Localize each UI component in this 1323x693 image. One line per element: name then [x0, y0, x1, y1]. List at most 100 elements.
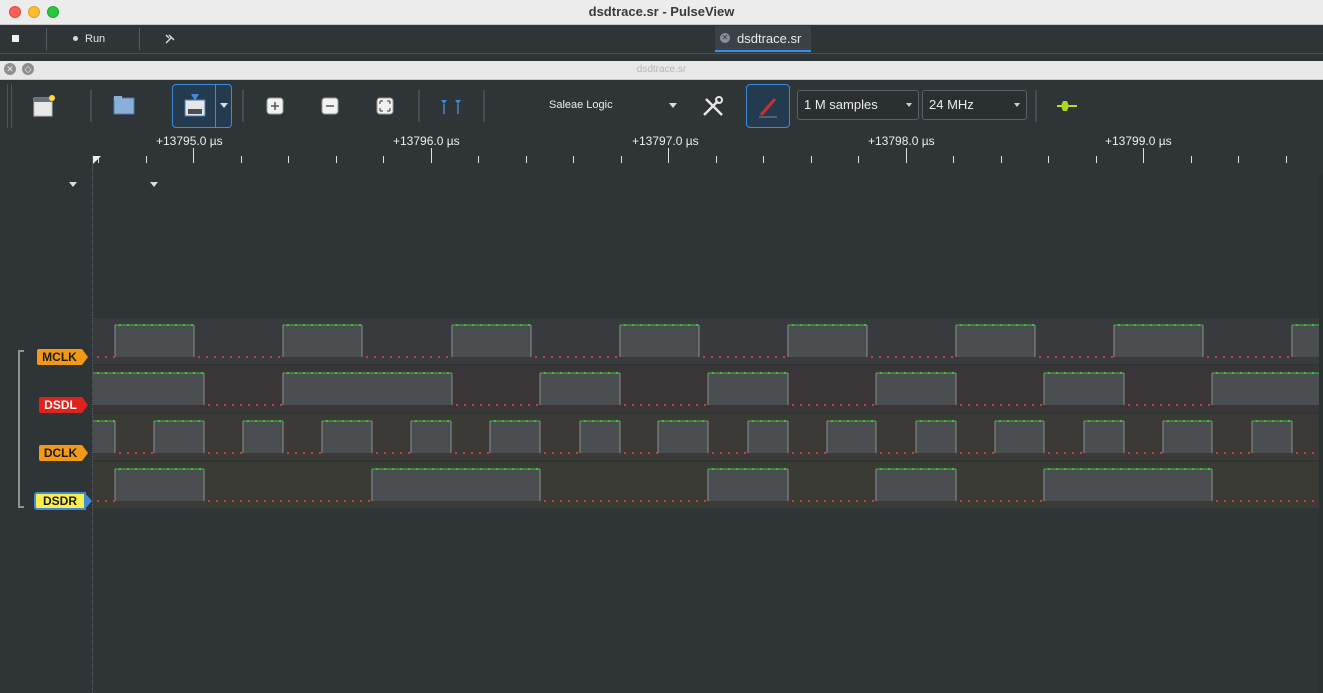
sample-dot-high [359, 324, 361, 326]
zoom-fit-button[interactable] [363, 84, 407, 128]
trace-viewport[interactable] [93, 318, 1319, 510]
sample-dot-high [1088, 420, 1090, 422]
sample-dot-low [1008, 404, 1010, 406]
signal-high-fill [916, 421, 956, 453]
sample-dot-low [751, 356, 753, 358]
device-configure-button[interactable] [691, 84, 735, 128]
sample-dot-low [471, 452, 473, 454]
sample-count-select[interactable]: 1 M samples [797, 90, 919, 120]
channel-label-dsdr[interactable]: DSDR [34, 492, 92, 510]
sample-dot-low [248, 404, 250, 406]
sample-dot-high [760, 420, 762, 422]
sample-dot-high [888, 372, 890, 374]
sample-dot-high [752, 420, 754, 422]
sample-dot-low [414, 356, 416, 358]
sample-dot-high [800, 324, 802, 326]
sample-dot-high [928, 420, 930, 422]
sample-dot-low [198, 356, 200, 358]
sample-dot-low [272, 404, 274, 406]
sample-dot-high [736, 372, 738, 374]
channel-label-dclk[interactable]: DCLK [39, 445, 88, 461]
sample-dot-low [208, 452, 210, 454]
device-dropdown[interactable] [669, 103, 677, 108]
sample-dot-high [1199, 420, 1201, 422]
open-dropdown[interactable] [150, 182, 158, 187]
sample-dot-high [672, 324, 674, 326]
device-selector-label[interactable]: Saleae Logic [549, 99, 613, 111]
sample-dot-high [608, 372, 610, 374]
sample-dot-high [1120, 420, 1122, 422]
sample-dot-low [856, 500, 858, 502]
session-bar: Run ✕ dsdtrace.sr [0, 25, 1323, 54]
sample-dot-low [232, 452, 234, 454]
sample-dot-low [968, 500, 970, 502]
sample-dot-low [296, 500, 298, 502]
sample-dot-low [976, 404, 978, 406]
open-button[interactable] [102, 84, 146, 128]
ruler-label: +13796.0 µs [393, 134, 460, 148]
folder-open-icon [113, 96, 135, 115]
sample-dot-low [1232, 500, 1234, 502]
close-tab-icon[interactable]: ✕ [720, 33, 730, 43]
sample-dot-high [335, 324, 337, 326]
sample-dot-low [720, 452, 722, 454]
zoom-out-button[interactable] [308, 84, 352, 128]
sample-dot-high [199, 468, 201, 470]
sample-dot-high [1142, 324, 1144, 326]
sample-dot-high [1168, 468, 1170, 470]
sample-dot-high [976, 324, 978, 326]
ruler-tick [145, 156, 147, 163]
sample-dot-low [712, 452, 714, 454]
sample-dot-high [127, 468, 129, 470]
signal-high-fill [876, 469, 956, 501]
sample-dot-low [496, 404, 498, 406]
vertical-scrollbar[interactable] [1319, 175, 1323, 693]
sample-dot-high [424, 468, 426, 470]
time-ruler[interactable]: +13795.0 µs +13796.0 µs +13797.0 µs +137… [93, 131, 1323, 165]
logic-traces [93, 318, 1319, 508]
sample-dot-high [584, 420, 586, 422]
settings-button[interactable] [165, 25, 179, 53]
sample-dot-high [1088, 468, 1090, 470]
ruler-tick [1238, 156, 1239, 163]
add-decoder-button[interactable] [1045, 84, 1089, 128]
sample-dot-low [1079, 356, 1081, 358]
tab-dsdtrace[interactable]: ✕ dsdtrace.sr [715, 26, 811, 52]
sample-dot-high [494, 420, 496, 422]
toolbar-grip[interactable] [7, 84, 12, 128]
sample-dot-high [624, 324, 626, 326]
sample-dot-low [311, 452, 313, 454]
run-button[interactable]: Run [73, 25, 113, 53]
sample-dot-low [911, 356, 913, 358]
new-view-dropdown[interactable] [69, 182, 77, 187]
sample-dot-high [342, 420, 344, 422]
save-dropdown[interactable] [220, 103, 228, 108]
cursors-button[interactable] [429, 84, 473, 128]
sample-dot-low [544, 452, 546, 454]
chevron-down-icon [906, 103, 912, 107]
channel-label-mclk[interactable]: MCLK [37, 349, 88, 365]
sample-dot-high [167, 468, 169, 470]
sample-dot-high [1134, 324, 1136, 326]
sample-dot-low [206, 356, 208, 358]
sample-dot-high [1080, 468, 1082, 470]
sample-dot-low [1039, 356, 1041, 358]
sample-dot-high [528, 324, 530, 326]
sample-dot-low [295, 452, 297, 454]
samplerate-select[interactable]: 24 MHz [922, 90, 1027, 120]
zoom-in-button[interactable] [253, 84, 297, 128]
sample-dot-low [390, 356, 392, 358]
signal-high-fill [658, 421, 708, 453]
channel-label-dsdl[interactable]: DSDL [39, 397, 88, 413]
sample-dot-high [736, 468, 738, 470]
sample-dot-high [1096, 372, 1098, 374]
sample-dot-low [976, 452, 978, 454]
sample-dot-low [743, 356, 745, 358]
sample-dot-low [520, 404, 522, 406]
probe-config-button[interactable] [746, 84, 790, 128]
protocol-decoder-icon [1057, 101, 1077, 111]
new-view-button[interactable] [22, 84, 66, 128]
sample-dot-high [1048, 372, 1050, 374]
sample-dot-high [847, 420, 849, 422]
save-button[interactable] [172, 84, 232, 128]
